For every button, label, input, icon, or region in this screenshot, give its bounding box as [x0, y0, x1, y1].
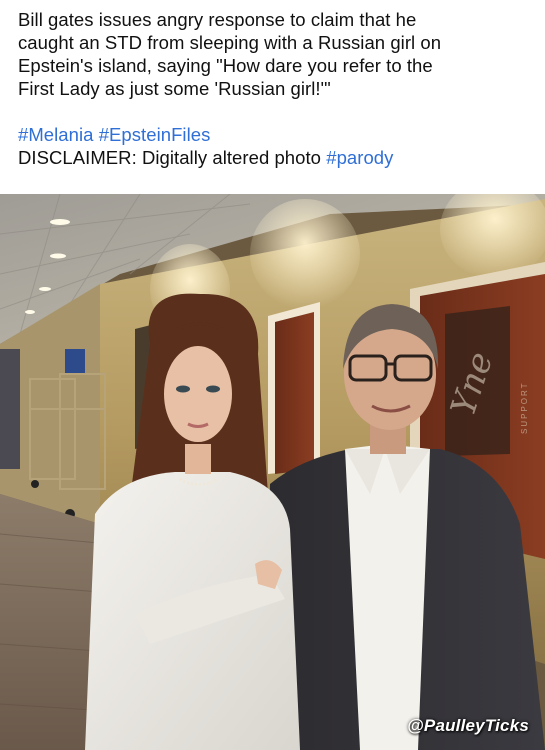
post-photo[interactable]: Yne SUPPORT @PaulleyTicks [0, 194, 545, 750]
ceiling-light [50, 219, 70, 225]
photo-scene [0, 194, 545, 750]
door-poster-support: SUPPORT [520, 381, 529, 434]
caption-line: Epstein's island, saying "How dare you r… [18, 55, 433, 76]
watermark: @PaulleyTicks [407, 716, 529, 735]
hashtag-parody-link[interactable]: #parody [326, 147, 393, 168]
disclaimer-row: DISCLAIMER: Digitally altered photo #par… [18, 146, 533, 169]
caption-line: Bill gates issues angry response to clai… [18, 9, 417, 30]
caption-line: First Lady as just some 'Russian girl!'" [18, 78, 331, 99]
hashtag-row: #Melania #EpsteinFiles [18, 123, 533, 146]
disclaimer-text: DISCLAIMER: Digitally altered photo [18, 147, 322, 168]
post-caption: Bill gates issues angry response to clai… [18, 8, 533, 169]
hashtag-epsteinfiles-link[interactable]: #EpsteinFiles [99, 124, 211, 145]
caption-line: caught an STD from sleeping with a Russi… [18, 32, 442, 53]
door [275, 312, 314, 474]
hashtag-melania-link[interactable]: #Melania [18, 124, 93, 145]
